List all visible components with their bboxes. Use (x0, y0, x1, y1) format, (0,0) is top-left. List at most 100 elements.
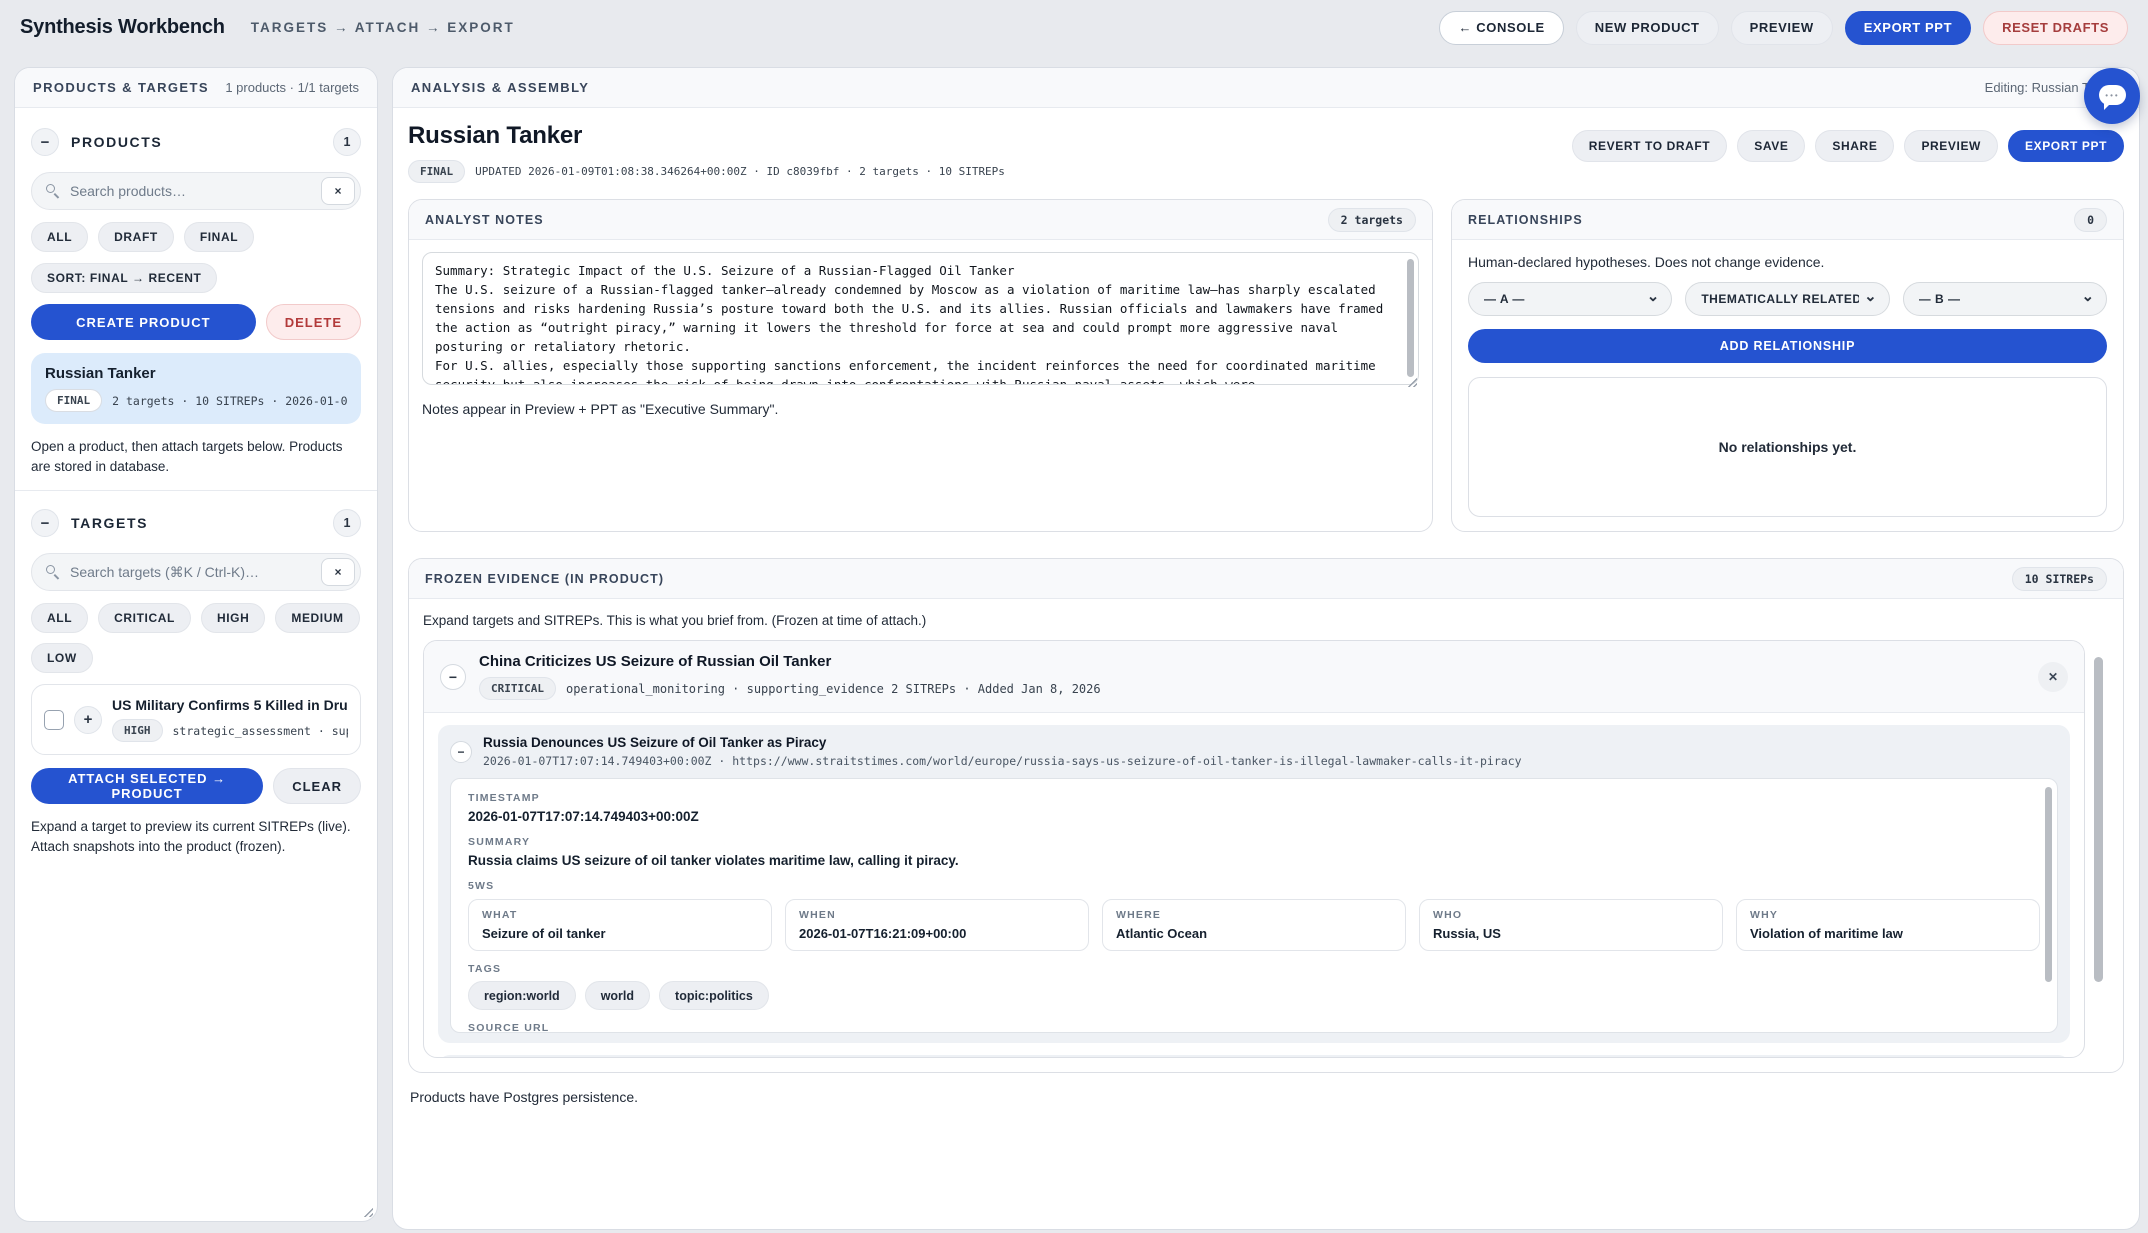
sitrep-header[interactable]: − Russia Denounces US Seizure of Oil Tan… (450, 735, 2058, 768)
product-updated-meta: UPDATED 2026-01-09T01:08:38.346264+00:00… (475, 165, 1005, 178)
relationships-title: RELATIONSHIPS (1468, 213, 1583, 227)
target-buttons: ATTACH SELECTED → PRODUCT CLEAR (31, 768, 361, 804)
analysis-cards-row: ANALYST NOTES 2 targets Summary: Strateg… (408, 199, 2124, 532)
sidebar-summary: 1 products · 1/1 targets (225, 80, 359, 95)
source-url-label: SOURCE URL (468, 1022, 2040, 1033)
what-label: WHAT (482, 909, 758, 921)
topbar: Synthesis Workbench TARGETS → ATTACH → E… (0, 0, 2148, 55)
section-divider (15, 490, 377, 491)
relationships-card: RELATIONSHIPS 0 Human-declared hypothese… (1451, 199, 2124, 532)
evidence-target-meta: operational_monitoring · supporting_evid… (566, 682, 1101, 696)
filter-critical[interactable]: CRITICAL (98, 603, 191, 633)
evidence-scrollbar[interactable] (2094, 657, 2103, 982)
relationship-a-select[interactable]: — A — (1468, 282, 1672, 316)
tags-label: TAGS (468, 963, 2040, 975)
attach-selected-button[interactable]: ATTACH SELECTED → PRODUCT (31, 768, 263, 804)
preview-button[interactable]: PREVIEW (1731, 11, 1833, 45)
sitrep-source-meta: 2026-01-07T17:07:14.749403+00:00Z · http… (483, 754, 1522, 768)
analysis-assembly-panel: ANALYSIS & ASSEMBLY Editing: Russian Tan… (392, 67, 2140, 1230)
product-filters: ALL DRAFT FINAL (31, 222, 361, 252)
relationships-empty-text: No relationships yet. (1719, 439, 1857, 455)
frozen-evidence-hint: Expand targets and SITREPs. This is what… (423, 613, 2085, 628)
evidence-severity-badge: CRITICAL (479, 677, 556, 700)
target-checkbox[interactable] (44, 710, 64, 730)
breadcrumb: TARGETS → ATTACH → EXPORT (251, 20, 515, 35)
sidebar-title: PRODUCTS & TARGETS (33, 80, 209, 95)
product-header: Russian Tanker FINAL UPDATED 2026-01-09T… (408, 122, 2124, 183)
filter-all[interactable]: ALL (31, 603, 88, 633)
revert-to-draft-button[interactable]: REVERT TO DRAFT (1572, 130, 1727, 162)
relationships-hint: Human-declared hypotheses. Does not chan… (1468, 254, 2107, 270)
create-product-button[interactable]: CREATE PRODUCT (31, 304, 256, 340)
chat-fab-button[interactable]: ••• (2084, 68, 2140, 124)
clear-search-icon[interactable]: × (321, 177, 355, 205)
new-product-button[interactable]: NEW PRODUCT (1576, 11, 1719, 45)
save-button[interactable]: SAVE (1737, 130, 1805, 162)
timestamp-value: 2026-01-07T17:07:14.749403+00:00Z (468, 809, 2040, 824)
collapse-targets-button[interactable]: − (31, 509, 59, 537)
where-value: Atlantic Ocean (1116, 926, 1392, 941)
frozen-evidence-card: FROZEN EVIDENCE (IN PRODUCT) 10 SITREPs … (408, 558, 2124, 1073)
filter-all[interactable]: ALL (31, 222, 88, 252)
export-ppt-button[interactable]: EXPORT PPT (1845, 11, 1971, 45)
product-search-input[interactable] (31, 172, 361, 210)
preview-button[interactable]: PREVIEW (1904, 130, 1998, 162)
textarea-scrollbar[interactable] (1407, 259, 1414, 377)
expand-target-icon[interactable]: + (74, 706, 102, 734)
filter-low[interactable]: LOW (31, 643, 93, 673)
sitrep-item: − Russia Denounces US Seizure of Oil Tan… (438, 725, 2070, 1043)
target-title: US Military Confirms 5 Killed in Dru… (112, 697, 348, 713)
products-hint: Open a product, then attach targets belo… (31, 437, 361, 476)
product-name: Russian Tanker (45, 365, 347, 382)
chat-dots: ••• (2099, 91, 2126, 100)
sitrep-detail-scrollbar[interactable] (2045, 787, 2052, 982)
collapse-evidence-icon[interactable]: − (440, 664, 466, 690)
relationship-b-select[interactable]: — B — (1903, 282, 2107, 316)
analyst-notes-textarea[interactable]: Summary: Strategic Impact of the U.S. Se… (422, 252, 1419, 385)
console-button[interactable]: ← CONSOLE (1439, 11, 1563, 45)
clear-search-icon[interactable]: × (321, 558, 355, 586)
summary-value: Russia claims US seizure of oil tanker v… (468, 853, 2040, 868)
sidebar-header: PRODUCTS & TARGETS 1 products · 1/1 targ… (15, 68, 377, 108)
main-body: Russian Tanker FINAL UPDATED 2026-01-09T… (393, 108, 2139, 1105)
where-label: WHERE (1116, 909, 1392, 921)
delete-product-button[interactable]: DELETE (266, 304, 361, 340)
analyst-notes-hint: Notes appear in Preview + PPT as "Execut… (422, 401, 1419, 417)
export-ppt-button[interactable]: EXPORT PPT (2008, 130, 2124, 162)
collapse-products-button[interactable]: − (31, 128, 59, 156)
clear-selection-button[interactable]: CLEAR (273, 768, 361, 804)
products-section-header: − PRODUCTS 1 (31, 128, 361, 156)
frozen-evidence-body: Expand targets and SITREPs. This is what… (409, 599, 2123, 1072)
fivew-who-card: WHO Russia, US (1419, 899, 1723, 951)
target-severity-badge: HIGH (112, 719, 163, 742)
analyst-notes-title: ANALYST NOTES (425, 213, 544, 227)
reset-drafts-button[interactable]: RESET DRAFTS (1983, 11, 2128, 45)
filter-final[interactable]: FINAL (184, 222, 254, 252)
search-icon (46, 184, 55, 193)
target-list-item[interactable]: + US Military Confirms 5 Killed in Dru… … (31, 684, 361, 755)
sitrep-title: Russia Denounces US Seizure of Oil Tanke… (483, 735, 1522, 750)
analyst-notes-card: ANALYST NOTES 2 targets Summary: Strateg… (408, 199, 1433, 532)
persistence-note: Products have Postgres persistence. (410, 1089, 2122, 1105)
tag-chip: world (585, 981, 650, 1010)
product-list-item[interactable]: Russian Tanker FINAL 2 targets · 10 SITR… (31, 353, 361, 424)
share-button[interactable]: SHARE (1815, 130, 1894, 162)
sort-chip[interactable]: SORT: FINAL → RECENT (31, 263, 217, 293)
filter-medium[interactable]: MEDIUM (275, 603, 359, 633)
fivew-where-card: WHERE Atlantic Ocean (1102, 899, 1406, 951)
sitrep-item-collapsed: + China Criticizes US Seizure of Russian… (438, 1055, 2070, 1058)
target-search-input[interactable] (31, 553, 361, 591)
frozen-evidence-badge: 10 SITREPs (2012, 567, 2107, 591)
add-relationship-button[interactable]: ADD RELATIONSHIP (1468, 329, 2107, 363)
filter-high[interactable]: HIGH (201, 603, 265, 633)
products-count-badge: 1 (333, 128, 361, 156)
close-icon[interactable]: ✕ (2038, 662, 2068, 692)
relationships-count-badge: 0 (2074, 208, 2107, 232)
product-meta: 2 targets · 10 SITREPs · 2026-01-09T01:0… (112, 394, 347, 408)
fivews-label: 5WS (468, 880, 2040, 892)
collapse-sitrep-icon[interactable]: − (450, 741, 472, 763)
what-value: Seizure of oil tanker (482, 926, 758, 941)
sidebar-resize-handle[interactable] (362, 1206, 373, 1217)
relationship-type-select[interactable]: THEMATICALLY RELATED (1685, 282, 1889, 316)
filter-draft[interactable]: DRAFT (98, 222, 174, 252)
